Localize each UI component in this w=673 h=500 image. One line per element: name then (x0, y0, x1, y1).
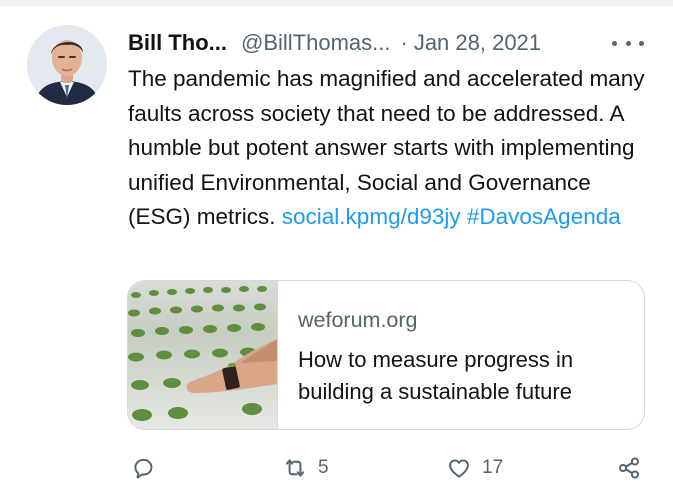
reply-button[interactable] (130, 452, 156, 484)
tweet-actions-bar: 5 17 (0, 448, 673, 488)
share-button[interactable] (616, 452, 642, 484)
top-divider (0, 0, 673, 6)
tweet-header: Bill Tho... @BillThomas... · Jan 28, 202… (128, 28, 541, 58)
avatar-portrait (27, 25, 107, 105)
retweet-icon (285, 459, 305, 477)
retweet-button[interactable]: 5 (282, 452, 329, 484)
tweet-date[interactable]: Jan 28, 2021 (414, 30, 541, 56)
more-options-icon[interactable] (612, 36, 644, 50)
heart-icon (449, 459, 469, 478)
card-thumbnail[interactable] (128, 281, 278, 429)
card-domain: weforum.org (298, 308, 418, 332)
author-handle[interactable]: @BillThomas... (241, 30, 390, 56)
like-button[interactable]: 17 (446, 452, 503, 484)
like-count: 17 (482, 457, 504, 478)
tweet-hashtag[interactable]: #DavosAgenda (467, 204, 621, 229)
tweet-text: The pandemic has magnified and accelerat… (128, 62, 648, 235)
seedling-tray-image (128, 281, 277, 429)
header-separator: · (400, 30, 408, 55)
author-name[interactable]: Bill Tho... (128, 30, 227, 56)
retweet-count: 5 (318, 457, 329, 478)
reply-icon (134, 458, 153, 479)
link-preview-card[interactable]: weforum.org How to measure progress in b… (127, 280, 645, 430)
avatar[interactable] (27, 25, 107, 105)
share-icon (619, 457, 639, 479)
card-title: How to measure progress in building a su… (298, 347, 574, 404)
tweet-link[interactable]: social.kpmg/d93jy (282, 204, 461, 229)
